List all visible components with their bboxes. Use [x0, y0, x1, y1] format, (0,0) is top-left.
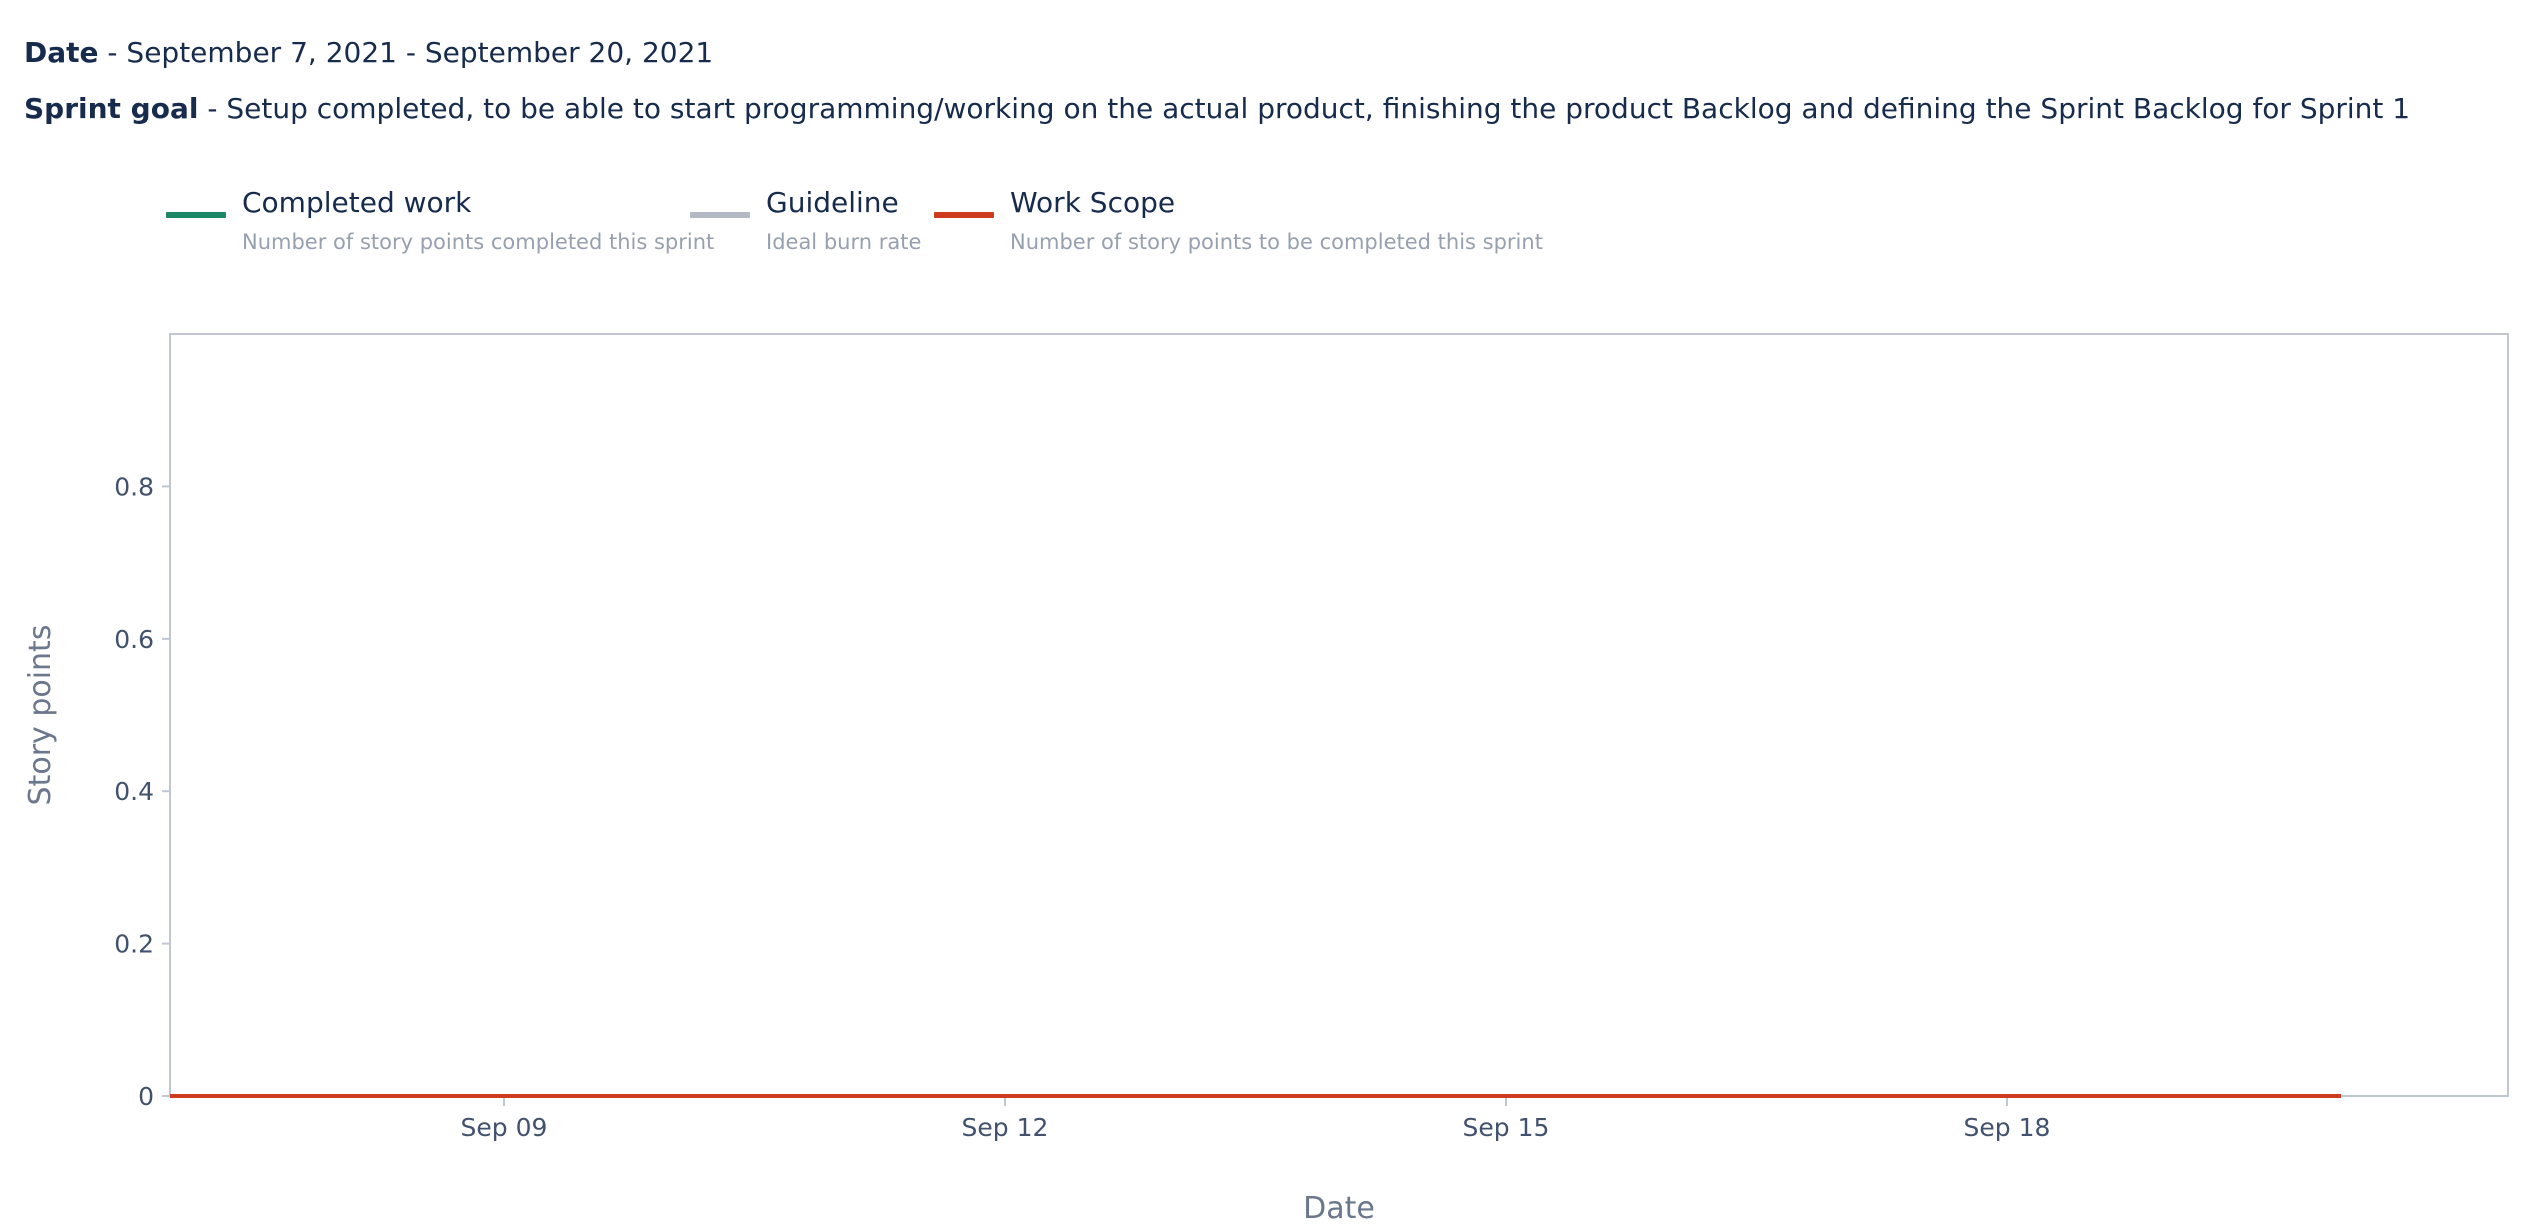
y-tick-label: 0 — [138, 1082, 154, 1111]
x-axis-title: Date — [1303, 1191, 1375, 1226]
y-tick-label: 0.2 — [114, 930, 154, 959]
burndown-chart: 0 0.2 0.4 0.6 0.8 Sep 09 Sep 12 Sep 15 Sep 18 Dat… — [23, 333, 2509, 1226]
x-tick-label: Sep 12 — [962, 1113, 1049, 1142]
y-tick-label: 0.8 — [114, 472, 154, 501]
x-tick-label: Sep 09 — [461, 1113, 548, 1142]
y-tick-label: 0.4 — [114, 777, 154, 806]
plot-area-frame — [169, 333, 2509, 1097]
y-axis-title: Story points — [23, 625, 58, 806]
x-tick-label: Sep 15 — [1463, 1113, 1550, 1142]
x-tick-label: Sep 18 — [1964, 1113, 2051, 1142]
y-tick-label: 0.6 — [114, 625, 154, 654]
